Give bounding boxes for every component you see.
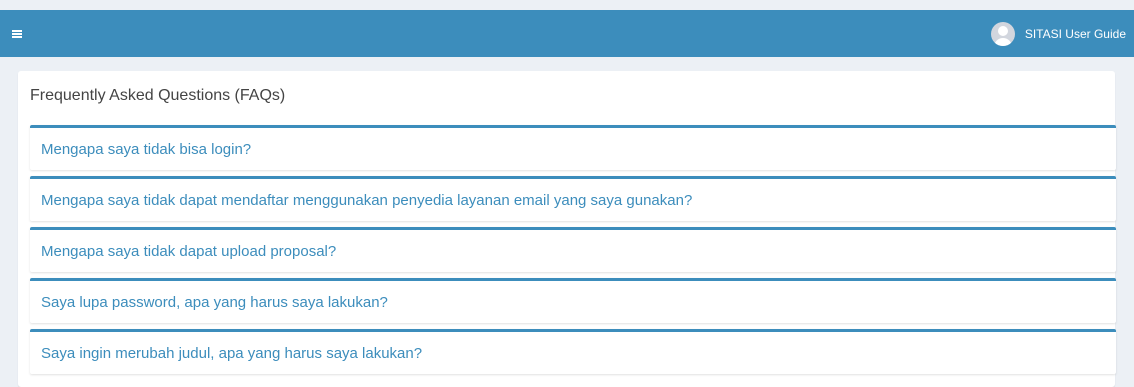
faq-item[interactable]: Saya ingin merubah judul, apa yang harus… xyxy=(30,329,1116,374)
faq-item[interactable]: Saya lupa password, apa yang harus saya … xyxy=(30,278,1116,323)
top-navbar: SITASI User Guide xyxy=(0,10,1134,57)
faq-title: Frequently Asked Questions (FAQs) xyxy=(30,87,286,104)
faq-list: Mengapa saya tidak bisa login? Mengapa s… xyxy=(30,125,1116,380)
faq-question-link[interactable]: Mengapa saya tidak dapat upload proposal… xyxy=(41,243,336,260)
user-avatar-icon xyxy=(990,21,1015,46)
faq-item[interactable]: Mengapa saya tidak dapat upload proposal… xyxy=(30,227,1116,272)
faq-question-link[interactable]: Mengapa saya tidak bisa login? xyxy=(41,141,251,158)
user-menu[interactable]: SITASI User Guide xyxy=(990,21,1126,46)
faq-question-link[interactable]: Mengapa saya tidak dapat mendaftar mengg… xyxy=(41,192,692,209)
hamburger-icon[interactable] xyxy=(12,29,22,38)
faq-question-link[interactable]: Saya ingin merubah judul, apa yang harus… xyxy=(41,345,422,362)
avatar-head xyxy=(997,25,1008,36)
faq-item[interactable]: Mengapa saya tidak bisa login? xyxy=(30,125,1116,170)
faq-question-link[interactable]: Saya lupa password, apa yang harus saya … xyxy=(41,294,388,311)
faq-box: Frequently Asked Questions (FAQs) Mengap… xyxy=(18,71,1116,387)
hamburger-line xyxy=(12,29,22,32)
user-menu-label: SITASI User Guide xyxy=(1024,26,1126,41)
hamburger-line xyxy=(12,32,22,35)
hamburger-line xyxy=(12,35,22,38)
faq-item[interactable]: Mengapa saya tidak dapat mendaftar mengg… xyxy=(30,176,1116,221)
avatar-shoulders xyxy=(993,37,1012,46)
